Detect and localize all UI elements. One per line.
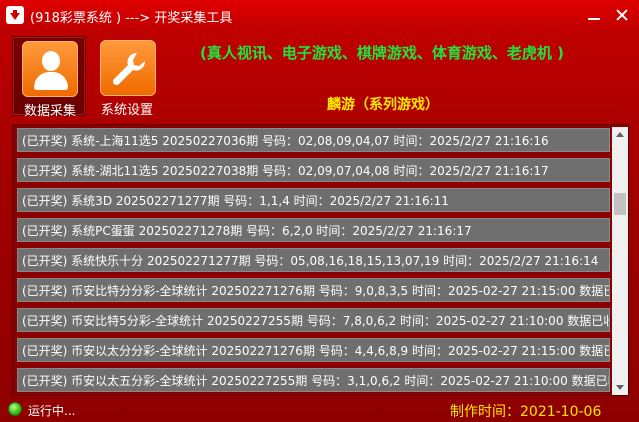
- status-text: 运行中...: [28, 404, 76, 418]
- list-item[interactable]: (已开奖) 币安比特5分彩-全球统计 20250227255期 号码：7,8,0…: [17, 308, 610, 332]
- list-item[interactable]: (已开奖) 币安比特分分彩-全球统计 202502271276期 号码：9,0,…: [17, 278, 610, 302]
- list-item[interactable]: (已开奖) 系统-上海11选5 20250227036期 号码：02,08,09…: [17, 128, 610, 152]
- close-button[interactable]: [611, 4, 633, 26]
- list-item[interactable]: (已开奖) 币安以太分分彩-全球统计 202502271276期 号码：4,4,…: [17, 338, 610, 362]
- user-icon: [22, 41, 78, 97]
- games-slogan: (真人视讯、电子游戏、棋牌游戏、体育游戏、老虎机 ): [200, 44, 564, 62]
- scroll-thumb[interactable]: [614, 193, 626, 215]
- vertical-scrollbar[interactable]: [612, 127, 628, 395]
- scroll-up-button[interactable]: [612, 127, 628, 143]
- data-collect-label: 数据采集: [23, 104, 76, 119]
- data-collect-button[interactable]: 数据采集: [12, 36, 86, 119]
- series-title: 麟游（系列游戏）: [327, 97, 439, 113]
- app-logo-icon: [6, 6, 24, 24]
- draw-results-list[interactable]: (已开奖) 系统-上海11选5 20250227036期 号码：02,08,09…: [12, 124, 629, 396]
- list-item[interactable]: (已开奖) 系统PC蛋蛋 202502271278期 号码：6,2,0 时间：2…: [17, 218, 610, 242]
- list-item[interactable]: (已开奖) 系统3D 202502271277期 号码：1,1,4 时间：202…: [17, 188, 610, 212]
- list-item[interactable]: (已开奖) 系统快乐十分 202502271277期 号码：05,08,16,1…: [17, 248, 610, 272]
- list-item[interactable]: (已开奖) 币安以太五分彩-全球统计 20250227255期 号码：3,1,0…: [17, 368, 610, 392]
- system-settings-label: 系统设置: [100, 103, 153, 118]
- wrench-icon: [100, 40, 156, 96]
- list-item[interactable]: (已开奖) 系统-湖北11选5 20250227038期 号码：02,09,07…: [17, 158, 610, 182]
- status-indicator-icon: [8, 402, 22, 416]
- minimize-button[interactable]: [583, 4, 605, 26]
- build-date: 制作时间：2021-10-06: [450, 404, 602, 420]
- title-bar[interactable]: (918彩票系统 ) ---> 开奖采集工具: [0, 0, 639, 30]
- system-settings-button[interactable]: 系统设置: [90, 36, 164, 118]
- scroll-down-button[interactable]: [612, 379, 628, 395]
- window-title: (918彩票系统 ) ---> 开奖采集工具: [30, 11, 233, 26]
- main-window: (918彩票系统 ) ---> 开奖采集工具 数据采集 系统设置 (真人视讯、电…: [0, 0, 639, 422]
